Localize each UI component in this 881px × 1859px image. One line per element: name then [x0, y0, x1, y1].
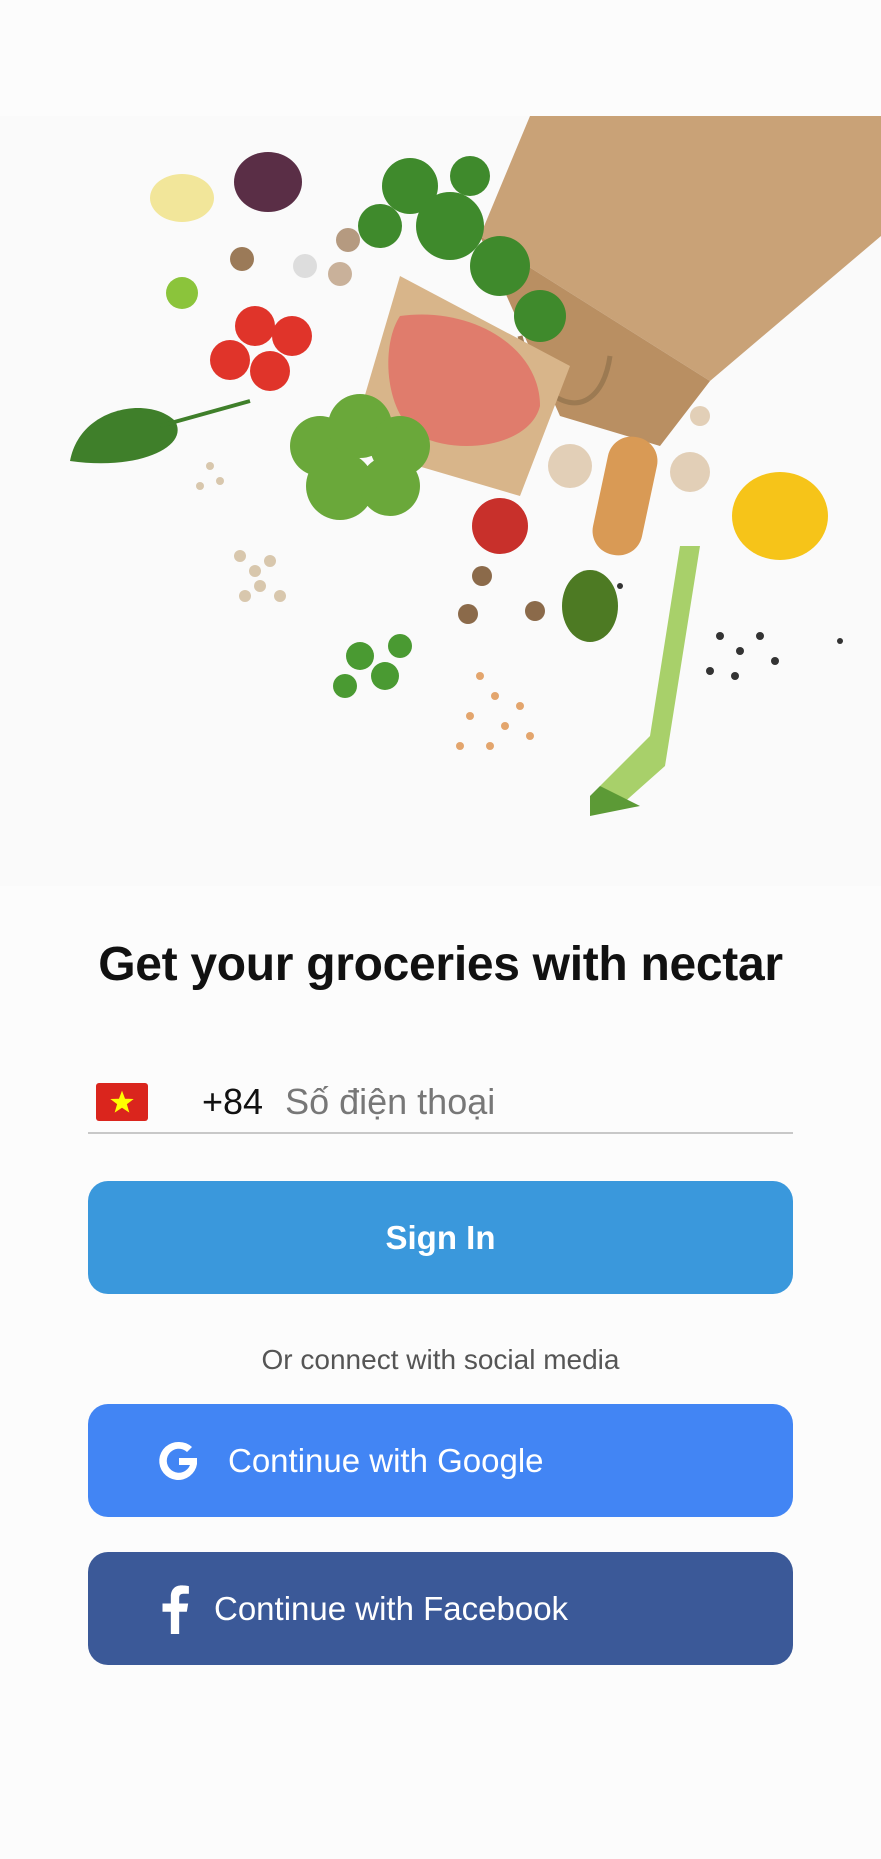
facebook-button-label: Continue with Facebook — [214, 1589, 569, 1627]
social-divider-text: Or connect with social media — [261, 1344, 620, 1375]
facebook-signin-button[interactable]: Continue with Facebook — [88, 1552, 793, 1665]
google-signin-button[interactable]: Continue with Google — [88, 1404, 793, 1517]
phone-number-input[interactable] — [285, 1081, 793, 1123]
phone-field-row: +84 — [88, 1072, 793, 1134]
country-code[interactable]: +84 — [202, 1081, 263, 1123]
google-icon — [154, 1436, 204, 1486]
vietnam-flag-icon[interactable] — [96, 1083, 148, 1121]
facebook-icon — [158, 1583, 192, 1635]
hero-groceries-image — [0, 116, 881, 886]
sign-in-label: Sign In — [385, 1218, 496, 1256]
page-title: Get your groceries with nectar — [98, 938, 783, 991]
sign-in-button[interactable]: Sign In — [88, 1181, 793, 1294]
google-button-label: Continue with Google — [228, 1441, 544, 1479]
star-icon — [110, 1090, 134, 1113]
